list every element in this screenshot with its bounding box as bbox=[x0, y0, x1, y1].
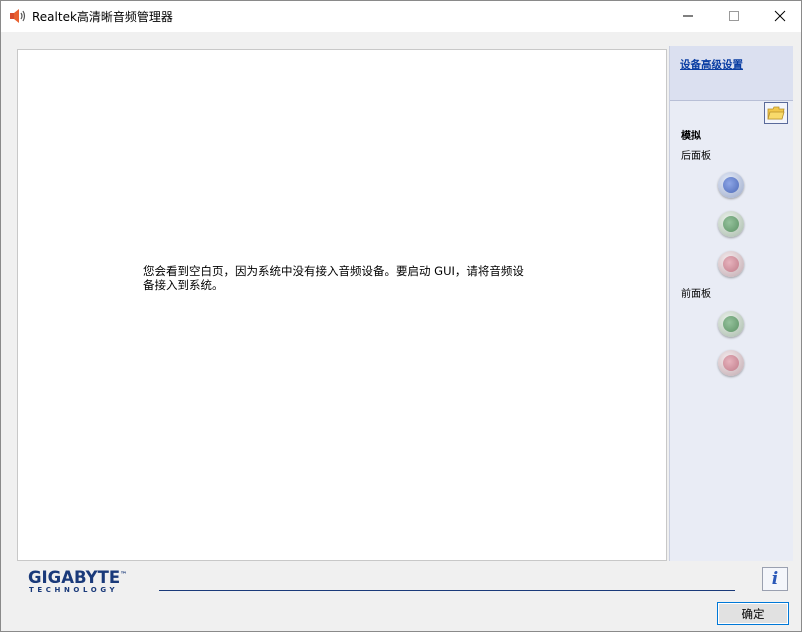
front-jack-pink[interactable] bbox=[718, 350, 744, 376]
sidebar-header: 设备高级设置 bbox=[670, 46, 793, 101]
logo-main-text: GIGABYTE™ bbox=[28, 568, 128, 587]
window-title: Realtek高清晰音频管理器 bbox=[32, 10, 173, 24]
main-content-panel: 您会看到空白页，因为系统中没有接入音频设备。要启动 GUI，请将音频设 备接入到… bbox=[17, 49, 667, 561]
front-jack-green[interactable] bbox=[718, 311, 744, 337]
empty-page-message: 您会看到空白页，因为系统中没有接入音频设备。要启动 GUI，请将音频设 备接入到… bbox=[143, 264, 553, 292]
empty-message-line-2: 备接入到系统。 bbox=[143, 278, 224, 292]
minimize-button[interactable] bbox=[665, 1, 711, 31]
folder-icon bbox=[767, 106, 785, 120]
maximize-button[interactable] bbox=[711, 1, 757, 31]
rear-panel-label: 后面板 bbox=[681, 151, 711, 162]
logo-sub-text: TECHNOLOGY bbox=[29, 586, 119, 594]
rear-jack-green[interactable] bbox=[718, 211, 744, 237]
rear-jack-blue[interactable] bbox=[718, 172, 744, 198]
connector-sidebar: 设备高级设置 模拟 后面板 前面板 bbox=[669, 46, 793, 561]
info-button[interactable]: i bbox=[762, 567, 788, 591]
gigabyte-logo: GIGABYTE™ TECHNOLOGY bbox=[28, 568, 148, 596]
title-bar[interactable]: Realtek高清晰音频管理器 bbox=[1, 1, 801, 32]
rear-jack-pink[interactable] bbox=[718, 251, 744, 277]
maximize-icon bbox=[729, 11, 739, 21]
realtek-window: Realtek高清晰音频管理器 您会看到空白页，因为系统中没有接入音频设备。要启… bbox=[0, 0, 802, 632]
info-icon: i bbox=[771, 569, 779, 589]
speaker-icon bbox=[10, 9, 26, 23]
analog-label: 模拟 bbox=[681, 131, 701, 142]
close-icon bbox=[774, 10, 786, 22]
empty-message-line-1: 您会看到空白页，因为系统中没有接入音频设备。要启动 GUI，请将音频设 bbox=[143, 264, 524, 278]
minimize-icon bbox=[683, 15, 693, 17]
footer-divider bbox=[159, 590, 735, 591]
front-panel-label: 前面板 bbox=[681, 289, 711, 300]
ok-button[interactable]: 确定 bbox=[717, 602, 789, 625]
advanced-settings-link[interactable]: 设备高级设置 bbox=[680, 57, 743, 72]
connector-settings-button[interactable] bbox=[764, 102, 788, 124]
close-button[interactable] bbox=[757, 1, 802, 31]
